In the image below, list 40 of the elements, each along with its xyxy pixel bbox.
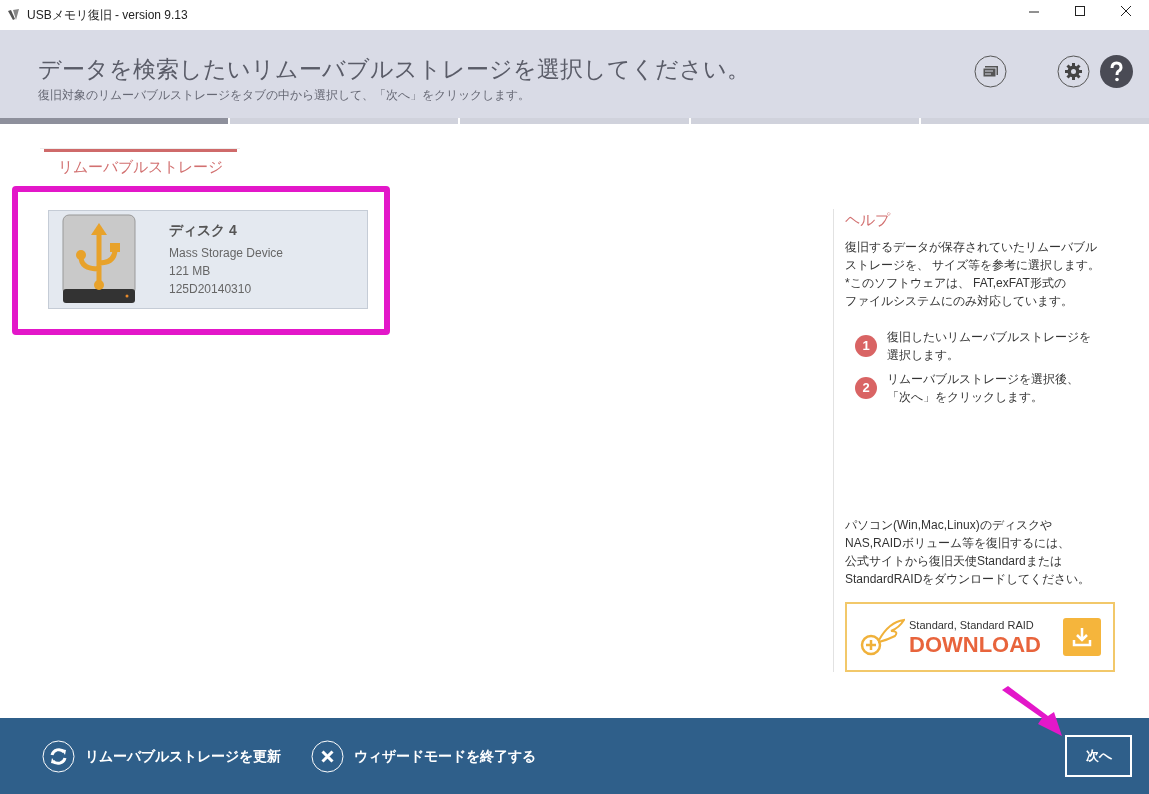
refresh-button[interactable]: リムーバブルストレージを更新 (42, 739, 281, 773)
device-size: 121 MB (169, 262, 212, 280)
step-number: 1 (855, 334, 877, 357)
window-title: USBメモリ復旧 - version 9.13 (27, 7, 188, 24)
storage-tab[interactable]: リムーバブルストレージ (43, 149, 237, 179)
usb-drive-icon (59, 213, 139, 305)
device-serial: 125D20140310 (169, 280, 253, 298)
next-button[interactable]: 次へ (1065, 735, 1132, 777)
step-number: 2 (855, 376, 877, 399)
help-title: ヘルプ (845, 210, 892, 230)
step-text-line: 復旧したいリムーバブルストレージを (887, 328, 1091, 346)
help-text-line: ファイルシステムにのみ対応しています。 (845, 292, 1074, 310)
device-type: Mass Storage Device (169, 244, 284, 262)
help-icon[interactable] (1100, 55, 1133, 88)
help-text-line: 復旧するデータが保存されていたリムーバブル (845, 238, 1098, 256)
download-label: DOWNLOAD (909, 633, 1041, 658)
exit-wizard-button[interactable]: ウィザードモードを終了する (311, 739, 536, 773)
help-note-line: StandardRAIDをダウンロードしてください。 (845, 571, 1092, 588)
settings-icon[interactable] (1057, 55, 1090, 88)
help-text-line: ストレージを、 サイズ等を参考に選択します。 (845, 256, 1102, 274)
app-icon (7, 8, 21, 22)
winged-plus-icon (859, 618, 905, 656)
download-caption: Standard, Standard RAID (909, 617, 1035, 633)
help-text-line: *このソフトウェアは、 FAT,exFAT形式の (845, 274, 1067, 292)
message-icon[interactable] (974, 55, 1007, 88)
device-name: ディスク 4 (169, 220, 238, 239)
page-title: データを検索したいリムーバブルストレージを選択してください。 (38, 55, 750, 84)
step-text-line: リムーバブルストレージを選択後、 (887, 370, 1079, 388)
device-card[interactable]: ディスク 4 Mass Storage Device 121 MB 125D20140310 (48, 209, 368, 309)
download-button[interactable]: Standard, Standard RAID DOWNLOAD (845, 602, 1115, 672)
help-note-line: 公式サイトから復旧天使Standardまたは (845, 553, 1063, 570)
help-note-line: NAS,RAIDボリューム等を復旧するには、 (845, 535, 1071, 552)
refresh-icon (42, 739, 75, 773)
page-subtitle: 復旧対象のリムーバブルストレージをタブの中から選択して、「次へ」をクリックします。 (38, 87, 531, 104)
help-note-line: パソコン(Win,Mac,Linux)のディスクや (845, 517, 1053, 534)
pointer-arrow (1000, 686, 1064, 738)
download-icon (1063, 618, 1101, 656)
step-text-line: 「次へ」をクリックします。 (887, 388, 1044, 406)
close-circle-icon (311, 739, 344, 773)
step-text-line: 選択します。 (887, 346, 960, 364)
